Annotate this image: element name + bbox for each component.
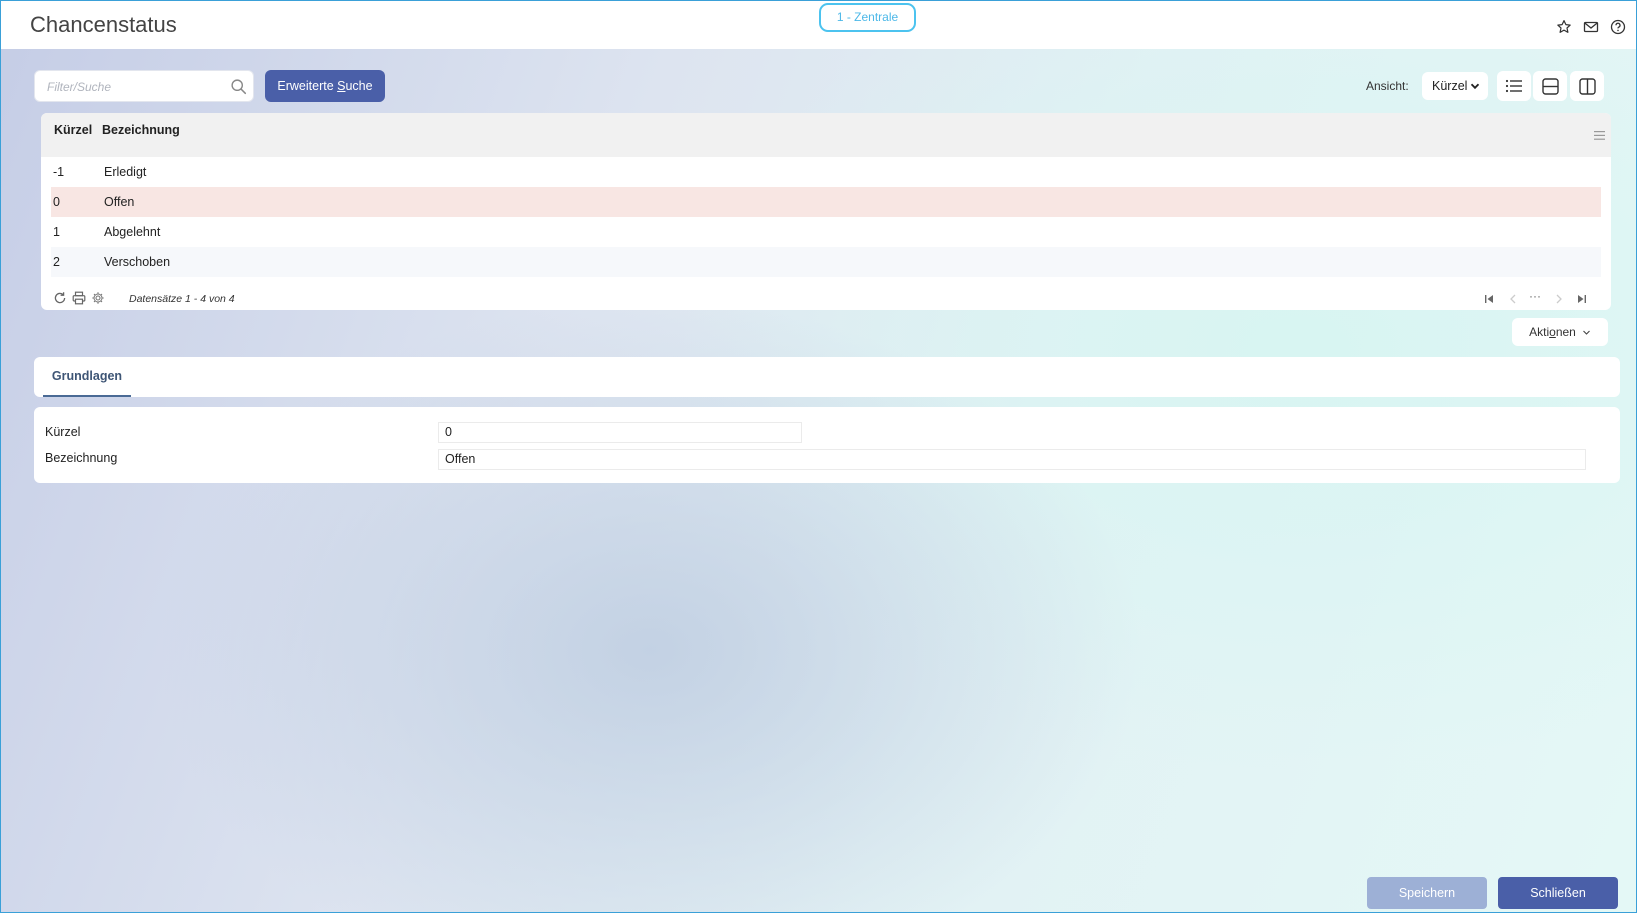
cell-bezeichnung: Verschoben xyxy=(104,255,171,269)
search-field[interactable] xyxy=(34,70,254,102)
detail-form: Kürzel 0 Bezeichnung Offen xyxy=(34,407,1620,483)
prev-page-icon[interactable] xyxy=(1506,292,1520,306)
next-page-icon[interactable] xyxy=(1552,292,1566,306)
actions-label: Aktionen xyxy=(1529,325,1576,339)
grid-header: Kürzel Bezeichnung xyxy=(41,113,1611,157)
chevron-down-icon xyxy=(1470,83,1480,90)
split-horizontal-button[interactable] xyxy=(1533,71,1567,101)
tab-bar: Grundlagen xyxy=(34,357,1620,397)
cell-bezeichnung: Erledigt xyxy=(104,165,147,179)
table-row[interactable]: 1 Abgelehnt xyxy=(51,217,1601,247)
tab-grundlagen[interactable]: Grundlagen xyxy=(43,357,131,397)
pager-ellipsis: ··· xyxy=(1529,289,1541,303)
column-header-bezeichnung[interactable]: Bezeichnung xyxy=(102,123,180,137)
bezeichnung-field[interactable]: Offen xyxy=(438,449,1586,470)
view-label: Ansicht: xyxy=(1366,79,1409,93)
view-select[interactable]: Kürzel xyxy=(1422,72,1488,100)
table-row[interactable]: -1 Erledigt xyxy=(51,157,1601,187)
last-page-icon[interactable] xyxy=(1575,292,1589,306)
page-title: Chancenstatus xyxy=(30,12,177,37)
kuerzel-label: Kürzel xyxy=(45,425,81,439)
column-menu-icon[interactable] xyxy=(1594,131,1605,140)
actions-label-prefix: Akti xyxy=(1529,325,1550,339)
list-view-button[interactable] xyxy=(1497,71,1531,101)
cell-bezeichnung: Offen xyxy=(104,195,135,209)
table-row-selected[interactable]: 0 Offen xyxy=(51,187,1601,217)
split-vertical-icon xyxy=(1578,77,1596,95)
view-select-value: Kürzel xyxy=(1432,79,1468,93)
header-icons xyxy=(1555,18,1626,35)
search-input[interactable] xyxy=(47,78,227,96)
print-icon[interactable] xyxy=(72,291,86,305)
cell-bezeichnung: Abgelehnt xyxy=(104,225,161,239)
header-bar: Chancenstatus 1 - Zentrale xyxy=(1,1,1636,49)
search-icon[interactable] xyxy=(230,78,247,95)
record-info: Datensätze 1 - 4 von 4 xyxy=(129,293,235,305)
cell-kuerzel: -1 xyxy=(53,165,65,179)
refresh-icon[interactable] xyxy=(53,291,67,305)
actions-button[interactable]: Aktionen xyxy=(1512,318,1608,346)
first-page-icon[interactable] xyxy=(1482,292,1496,306)
gear-icon[interactable] xyxy=(91,291,105,305)
cell-kuerzel: 2 xyxy=(53,255,60,269)
extended-search-label-rest: uche xyxy=(345,79,373,93)
close-button[interactable]: Schließen xyxy=(1498,877,1618,909)
split-horizontal-icon xyxy=(1541,77,1559,95)
extended-search-label: Erweiterte xyxy=(277,79,338,93)
cell-kuerzel: 1 xyxy=(53,225,60,239)
chevron-down-icon xyxy=(1582,330,1590,335)
save-button[interactable]: Speichern xyxy=(1367,877,1487,909)
mail-icon[interactable] xyxy=(1582,18,1599,35)
column-header-kuerzel[interactable]: Kürzel xyxy=(54,123,92,137)
list-view-icon xyxy=(1505,79,1522,93)
tenant-badge[interactable]: 1 - Zentrale xyxy=(819,3,916,32)
help-icon[interactable] xyxy=(1609,18,1626,35)
table-row[interactable]: 2 Verschoben xyxy=(51,247,1601,277)
actions-label-suffix: nen xyxy=(1555,325,1576,339)
split-vertical-button[interactable] xyxy=(1570,71,1604,101)
data-grid: Kürzel Bezeichnung -1 Erledigt 0 Offen 1… xyxy=(41,113,1611,310)
bezeichnung-label: Bezeichnung xyxy=(45,451,118,465)
grid-footer: Datensätze 1 - 4 von 4 ··· xyxy=(41,289,1611,309)
kuerzel-field[interactable]: 0 xyxy=(438,422,802,443)
actions-label-hotkey: o xyxy=(1549,325,1556,339)
star-icon[interactable] xyxy=(1555,18,1572,35)
cell-kuerzel: 0 xyxy=(53,195,60,209)
extended-search-button[interactable]: Erweiterte Suche xyxy=(265,70,385,102)
